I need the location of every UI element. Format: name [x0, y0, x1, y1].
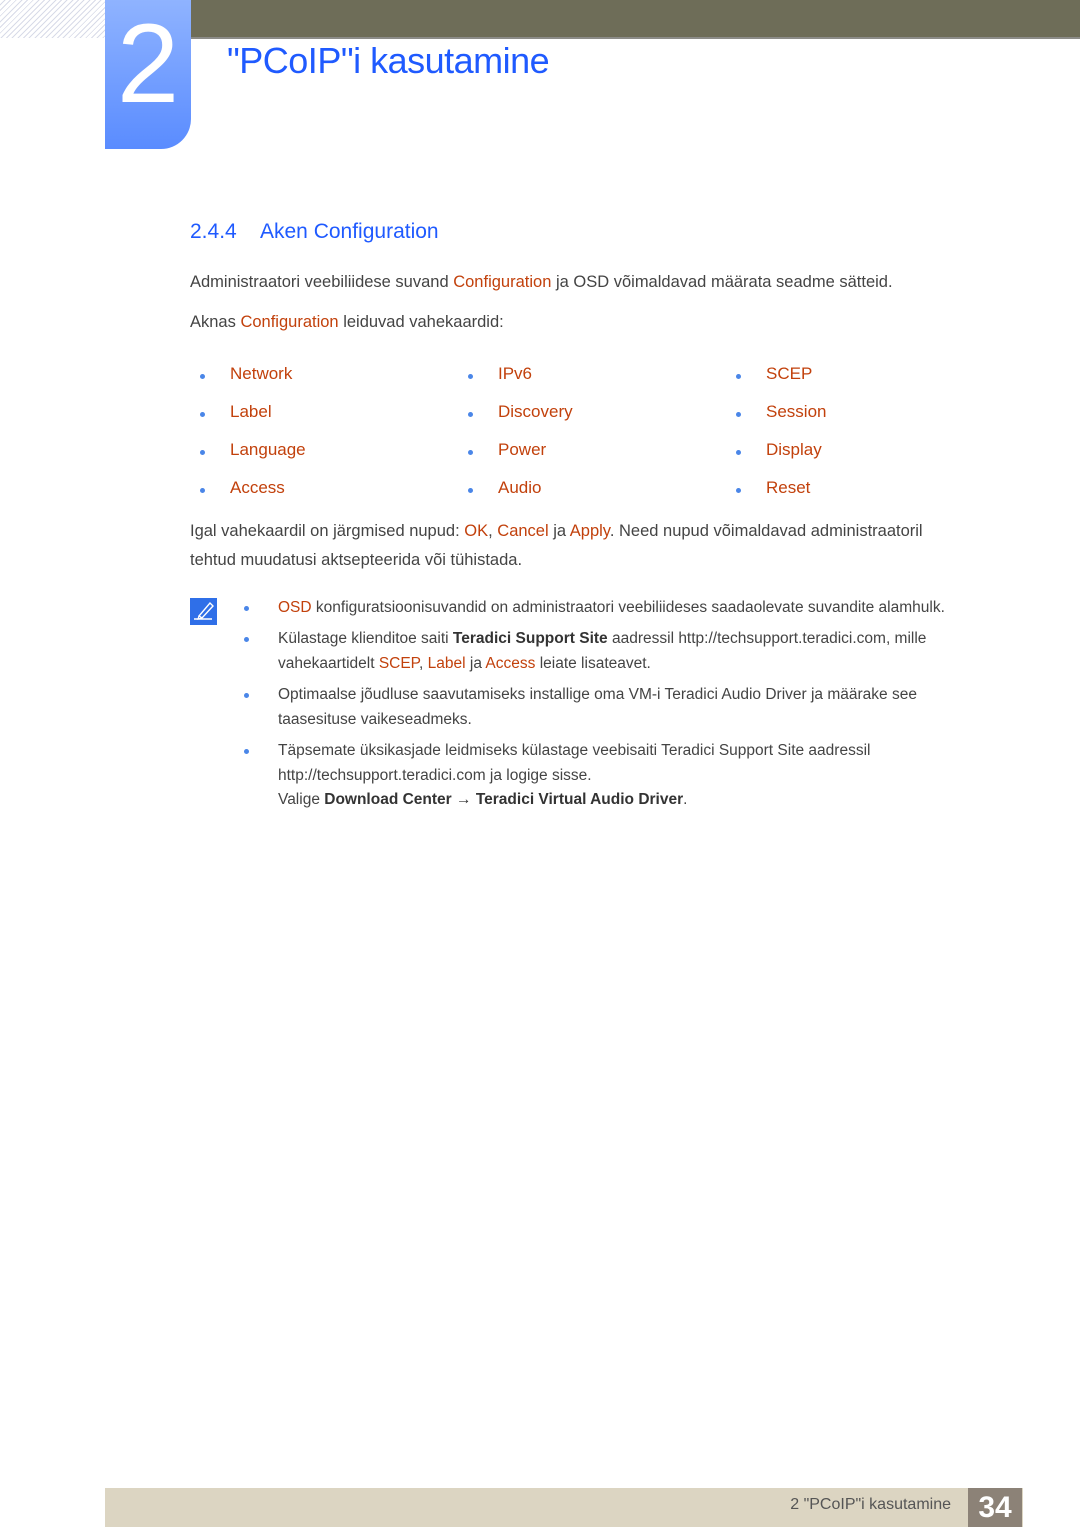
osd-term: OSD	[278, 599, 312, 616]
support-site-term: Teradici Support Site	[452, 630, 608, 647]
tab-label: Reset	[766, 478, 811, 497]
bullet-icon	[468, 488, 473, 493]
label-term: Label	[427, 654, 466, 672]
configuration-term: Configuration	[240, 313, 339, 331]
header-bar	[190, 0, 1080, 39]
bullet-icon	[244, 749, 249, 754]
tab-label: Access	[230, 478, 285, 497]
tab-item: Language	[200, 440, 306, 478]
tab-item: Label	[200, 402, 272, 440]
text: Optimaalse jõudluse saavutamiseks instal…	[278, 686, 917, 703]
intro-paragraph-1: Administraatori veebiliidese suvand Conf…	[190, 268, 893, 297]
tab-item: Audio	[468, 478, 542, 516]
bullet-icon	[244, 606, 249, 611]
chapter-title: "PCoIP"i kasutamine	[227, 40, 550, 81]
bullet-icon	[200, 412, 205, 417]
tab-label: IPv6	[498, 364, 533, 383]
bullet-icon	[244, 637, 249, 642]
apply-term: Apply	[569, 522, 610, 540]
text: Külastage klienditoe saiti	[278, 630, 453, 647]
section-number: 2.4.4	[190, 220, 237, 243]
tab-label: SCEP	[766, 364, 813, 383]
tab-label: Session	[766, 402, 827, 421]
tab-label: Discovery	[498, 402, 573, 421]
text: .	[683, 791, 688, 808]
download-center-term: Download Center	[324, 791, 452, 808]
note-item: Optimaalse jõudluse saavutamiseks instal…	[244, 683, 1008, 732]
section-heading: 2.4.4 Aken Configuration	[190, 220, 439, 244]
note-pencil-icon	[190, 598, 217, 625]
bullet-icon	[736, 374, 741, 379]
bullet-icon	[736, 488, 741, 493]
text: ja OSD võimaldavad määrata seadme sättei…	[551, 273, 893, 291]
access-term: Access	[485, 654, 536, 672]
text: taasesituse vaikeseadmeks.	[278, 710, 472, 728]
header-hatch-decoration	[0, 0, 105, 38]
tab-label: Network	[230, 364, 293, 383]
tab-label: Display	[766, 440, 822, 459]
text: Valige	[278, 791, 325, 808]
text: Administraatori veebiliidese suvand	[190, 273, 454, 291]
tab-label: Language	[230, 440, 306, 459]
bullet-icon	[468, 450, 473, 455]
text: Täpsemate üksikasjade leidmiseks külasta…	[278, 742, 871, 759]
text: ja	[465, 654, 486, 672]
tab-item: Display	[736, 440, 822, 478]
arrow-right-icon: →	[451, 791, 476, 808]
note-item: Täpsemate üksikasjade leidmiseks külasta…	[244, 739, 1008, 813]
note-item: Külastage klienditoe saiti Teradici Supp…	[244, 627, 1008, 676]
bullet-icon	[468, 374, 473, 379]
text: ja	[548, 522, 570, 540]
tab-item: Access	[200, 478, 285, 516]
text: ,	[488, 522, 498, 540]
note-item: OSD konfiguratsioonisuvandid on administ…	[244, 596, 1008, 621]
section-title: Aken Configuration	[260, 220, 439, 243]
tab-item: SCEP	[736, 364, 813, 402]
tab-item: IPv6	[468, 364, 533, 402]
configuration-term: Configuration	[453, 273, 552, 291]
text: vahekaartidelt	[278, 654, 379, 672]
text: konfiguratsioonisuvandid on administraat…	[311, 599, 945, 616]
chapter-number: 2	[116, 1, 180, 126]
tab-item: Reset	[736, 478, 811, 516]
text: leiate lisateavet.	[535, 654, 651, 672]
tab-item: Power	[468, 440, 547, 478]
cancel-term: Cancel	[497, 522, 549, 540]
text: . Need nupud võimaldavad administraatori…	[609, 522, 923, 540]
text: tehtud muudatusi aktsepteerida või tühis…	[190, 551, 523, 569]
footer-chapter-label: 2 "PCoIP"i kasutamine	[790, 1496, 951, 1513]
bullet-icon	[468, 412, 473, 417]
audio-driver-term: Teradici Virtual Audio Driver	[475, 791, 684, 808]
bullet-icon	[200, 450, 205, 455]
bullet-icon	[200, 488, 205, 493]
text: leiduvad vahekaardid:	[338, 313, 504, 331]
buttons-paragraph: Igal vahekaardil on järgmised nupud: OK,…	[190, 517, 923, 575]
text: Igal vahekaardil on järgmised nupud:	[190, 522, 465, 540]
text: Aknas	[190, 313, 241, 331]
text: http://techsupport.teradici.com ja logig…	[278, 766, 592, 784]
tab-item: Discovery	[468, 402, 573, 440]
text: ,	[419, 654, 428, 672]
tab-item: Network	[200, 364, 293, 402]
tab-label: Audio	[498, 478, 542, 497]
bullet-icon	[736, 450, 741, 455]
text: aadressil http://techsupport.teradici.co…	[607, 630, 927, 647]
tab-label: Label	[230, 402, 272, 421]
bullet-icon	[736, 412, 741, 417]
scep-term: SCEP	[378, 654, 420, 672]
tab-item: Session	[736, 402, 827, 440]
chapter-tab: 2	[105, 0, 191, 149]
ok-term: OK	[464, 522, 489, 540]
page-footer: 2 "PCoIP"i kasutamine 34	[105, 1488, 1023, 1527]
bullet-icon	[244, 693, 249, 698]
tab-label: Power	[498, 440, 547, 459]
page-number: 34	[968, 1488, 1022, 1527]
bullet-icon	[200, 374, 205, 379]
intro-paragraph-2: Aknas Configuration leiduvad vahekaardid…	[190, 308, 504, 337]
